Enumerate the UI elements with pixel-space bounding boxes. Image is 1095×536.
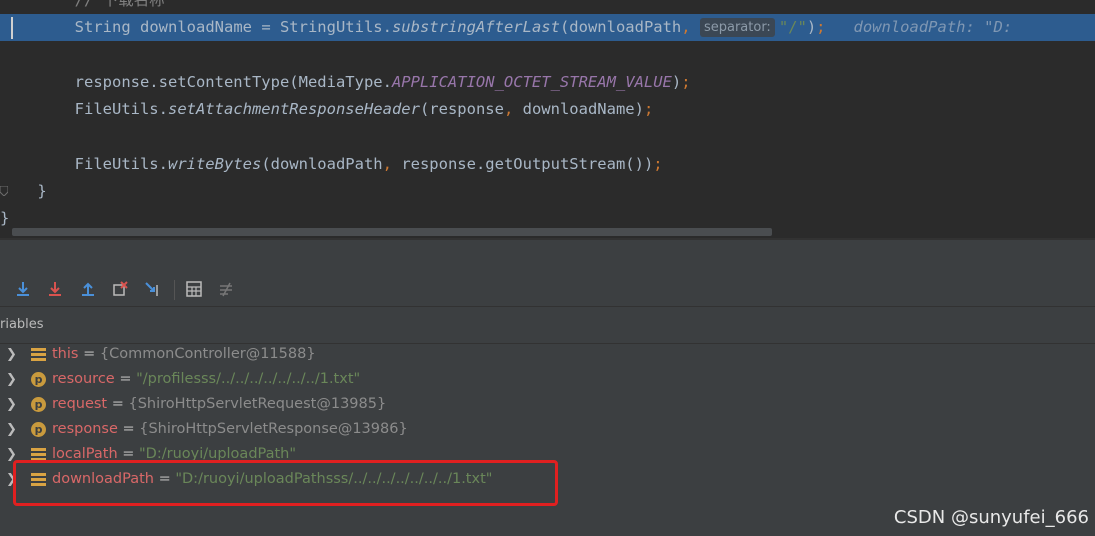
code-comment: // 下载名称 [74,0,165,9]
drop-frame-icon[interactable] [109,278,131,300]
debugger-toolbar [0,278,1095,302]
step-out-icon[interactable] [77,278,99,300]
field-icon [31,347,46,362]
parameter-hint: separator: [699,18,775,37]
code-editor[interactable]: // 下载名称 String downloadName = StringUtil… [0,0,1095,238]
variables-tab-header[interactable]: riables [0,306,1095,344]
expand-arrow-icon[interactable]: ❯ [6,392,18,417]
variable-row-this[interactable]: ❯ this = {CommonController@11588} [0,342,1095,367]
inline-debug-value: downloadPath: "D: [853,18,1013,36]
toolbar-separator [174,280,175,300]
parameter-icon: p [31,397,46,412]
variable-row-response[interactable]: ❯ p response = {ShiroHttpServletResponse… [0,417,1095,442]
variables-label: riables [0,317,44,332]
fold-marker-icon[interactable] [0,186,8,196]
code-line-current[interactable]: String downloadName = StringUtils.substr… [0,14,1095,41]
red-highlight-annotation [13,460,558,506]
csdn-watermark: CSDN @sunyufei_666 [893,507,1089,528]
step-over-icon[interactable] [12,278,34,300]
horizontal-scrollbar-thumb[interactable] [12,228,772,236]
variable-row-resource[interactable]: ❯ p resource = "/profilesss/../../../../… [0,367,1095,392]
code-line-comment[interactable]: // 下载名称 [0,0,1095,14]
expand-arrow-icon[interactable]: ❯ [6,367,18,392]
text-caret [11,17,13,39]
panel-divider[interactable] [0,238,1095,240]
variable-row-request[interactable]: ❯ p request = {ShiroHttpServletRequest@1… [0,392,1095,417]
evaluate-icon[interactable] [183,278,205,300]
code-line-close-method[interactable]: } [0,178,1095,205]
expand-arrow-icon[interactable]: ❯ [6,342,18,367]
step-into-icon[interactable] [44,278,66,300]
code-line-content-type[interactable]: response.setContentType(MediaType.APPLIC… [0,69,1095,96]
code-line-attachment-header[interactable]: FileUtils.setAttachmentResponseHeader(re… [0,96,1095,123]
parameter-icon: p [31,422,46,437]
run-to-cursor-icon[interactable] [142,278,164,300]
trace-icon[interactable] [215,278,237,300]
expand-arrow-icon[interactable]: ❯ [6,417,18,442]
parameter-icon: p [31,372,46,387]
code-line-write-bytes[interactable]: FileUtils.writeBytes(downloadPath, respo… [0,151,1095,178]
